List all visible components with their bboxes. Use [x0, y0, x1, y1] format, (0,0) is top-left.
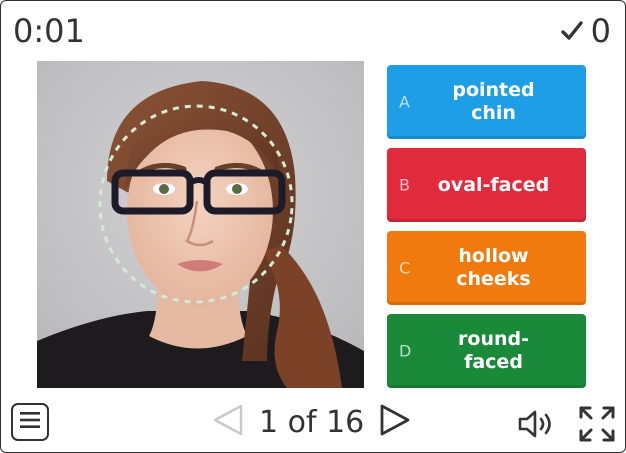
sound-button[interactable] — [517, 409, 555, 443]
prev-triangle-icon[interactable] — [211, 403, 245, 441]
next-triangle-icon[interactable] — [378, 403, 412, 441]
pager: 1 of 16 — [211, 399, 412, 445]
fullscreen-icon — [578, 406, 616, 447]
checkmark-icon — [560, 20, 583, 42]
answer-text: hollow cheeks — [456, 245, 531, 290]
answer-letter: A — [399, 92, 410, 112]
score: 0 — [560, 11, 611, 51]
score-value: 0 — [590, 12, 611, 50]
answer-letter: D — [399, 341, 412, 361]
quiz-window: 0:01 0 A pointed chin B oval-faced C hol… — [0, 0, 626, 453]
timer: 0:01 — [13, 12, 85, 50]
menu-icon — [19, 410, 41, 434]
answer-option-b[interactable]: B oval-faced — [387, 148, 586, 222]
page-indicator: 1 of 16 — [259, 404, 365, 440]
answer-option-a[interactable]: A pointed chin — [387, 65, 586, 139]
speaker-icon — [517, 410, 555, 443]
fullscreen-button[interactable] — [578, 405, 616, 447]
answer-text: oval-faced — [437, 173, 550, 196]
answer-letter: C — [399, 258, 411, 278]
menu-button[interactable] — [11, 403, 49, 441]
answer-text: round-faced — [458, 328, 529, 373]
answer-text: pointed chin — [452, 79, 535, 124]
answer-option-c[interactable]: C hollow cheeks — [387, 231, 586, 305]
question-image — [37, 61, 364, 388]
bottom-toolbar: 1 of 16 — [1, 399, 626, 449]
answer-list: A pointed chin B oval-faced C hollow che… — [387, 65, 586, 397]
answer-option-d[interactable]: D round-faced — [387, 314, 586, 388]
answer-letter: B — [399, 175, 410, 195]
